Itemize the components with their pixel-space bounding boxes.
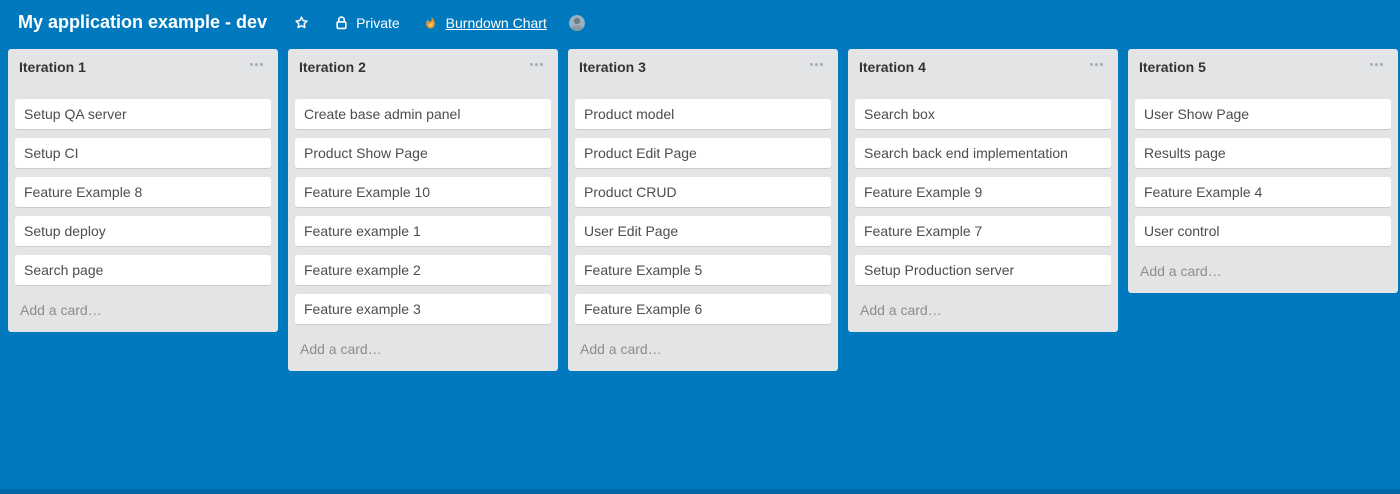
card[interactable]: Feature Example 6: [575, 294, 831, 325]
list-iteration-4: Iteration 4 Search box Search back end i…: [848, 49, 1118, 332]
privacy-label: Private: [356, 14, 400, 31]
card[interactable]: Search page: [15, 255, 271, 286]
card[interactable]: Setup Production server: [855, 255, 1111, 286]
card[interactable]: Search back end implementation: [855, 138, 1111, 169]
card-container: Product model Product Edit Page Product …: [575, 99, 831, 325]
add-card-button[interactable]: Add a card…: [575, 333, 831, 371]
lock-icon: [335, 15, 348, 30]
card-container: Create base admin panel Product Show Pag…: [295, 99, 551, 325]
card-container: User Show Page Results page Feature Exam…: [1135, 99, 1391, 247]
list-header: Iteration 5: [1135, 49, 1391, 99]
card[interactable]: Feature Example 9: [855, 177, 1111, 208]
board-header: My application example - dev Private Bur…: [0, 0, 1400, 45]
add-card-button[interactable]: Add a card…: [295, 333, 551, 371]
card-container: Setup QA server Setup CI Feature Example…: [15, 99, 271, 286]
list-title[interactable]: Iteration 5: [1139, 58, 1387, 76]
card[interactable]: Feature Example 10: [295, 177, 551, 208]
card[interactable]: User Show Page: [1135, 99, 1391, 130]
card[interactable]: User control: [1135, 216, 1391, 247]
list-title[interactable]: Iteration 2: [299, 58, 547, 76]
card[interactable]: Setup CI: [15, 138, 271, 169]
flame-icon: [424, 15, 437, 31]
list-iteration-2: Iteration 2 Create base admin panel Prod…: [288, 49, 558, 371]
card[interactable]: Product Edit Page: [575, 138, 831, 169]
list-iteration-3: Iteration 3 Product model Product Edit P…: [568, 49, 838, 371]
card[interactable]: User Edit Page: [575, 216, 831, 247]
card[interactable]: Results page: [1135, 138, 1391, 169]
list-menu-icon[interactable]: [806, 61, 825, 68]
card[interactable]: Product Show Page: [295, 138, 551, 169]
card[interactable]: Feature example 3: [295, 294, 551, 325]
burndown-chart-link[interactable]: Burndown Chart: [424, 15, 547, 31]
card[interactable]: Product model: [575, 99, 831, 130]
add-card-button[interactable]: Add a card…: [855, 294, 1111, 332]
star-icon: [294, 15, 309, 30]
card[interactable]: Feature Example 8: [15, 177, 271, 208]
trello-board-page: { "header": { "title": "My application e…: [0, 0, 1400, 494]
list-iteration-1: Iteration 1 Setup QA server Setup CI Fea…: [8, 49, 278, 332]
list-menu-icon[interactable]: [1086, 61, 1105, 68]
card[interactable]: Feature Example 7: [855, 216, 1111, 247]
burndown-chart-label: Burndown Chart: [445, 14, 547, 31]
member-silhouette-icon: [568, 14, 585, 31]
list-title[interactable]: Iteration 4: [859, 58, 1107, 76]
horizontal-scrollbar-track[interactable]: [0, 489, 1400, 494]
list-title[interactable]: Iteration 3: [579, 58, 827, 76]
list-iteration-5: Iteration 5 User Show Page Results page …: [1128, 49, 1398, 293]
card[interactable]: Setup QA server: [15, 99, 271, 130]
add-card-button[interactable]: Add a card…: [15, 294, 271, 332]
card-container: Search box Search back end implementatio…: [855, 99, 1111, 286]
card[interactable]: Feature example 1: [295, 216, 551, 247]
card[interactable]: Product CRUD: [575, 177, 831, 208]
list-menu-icon[interactable]: [526, 61, 545, 68]
star-board-button[interactable]: [294, 15, 309, 30]
board-title[interactable]: My application example - dev: [18, 12, 267, 33]
list-header: Iteration 4: [855, 49, 1111, 99]
card[interactable]: Create base admin panel: [295, 99, 551, 130]
list-menu-icon[interactable]: [246, 61, 265, 68]
list-header: Iteration 3: [575, 49, 831, 99]
card[interactable]: Feature Example 5: [575, 255, 831, 286]
privacy-button[interactable]: Private: [335, 15, 400, 31]
list-title[interactable]: Iteration 1: [19, 58, 267, 76]
list-header: Iteration 2: [295, 49, 551, 99]
board-canvas: Iteration 1 Setup QA server Setup CI Fea…: [0, 45, 1400, 371]
add-card-button[interactable]: Add a card…: [1135, 255, 1391, 293]
card[interactable]: Feature Example 4: [1135, 177, 1391, 208]
card[interactable]: Setup deploy: [15, 216, 271, 247]
member-avatar[interactable]: [568, 14, 585, 31]
list-menu-icon[interactable]: [1366, 61, 1385, 68]
list-header: Iteration 1: [15, 49, 271, 99]
card[interactable]: Search box: [855, 99, 1111, 130]
card[interactable]: Feature example 2: [295, 255, 551, 286]
